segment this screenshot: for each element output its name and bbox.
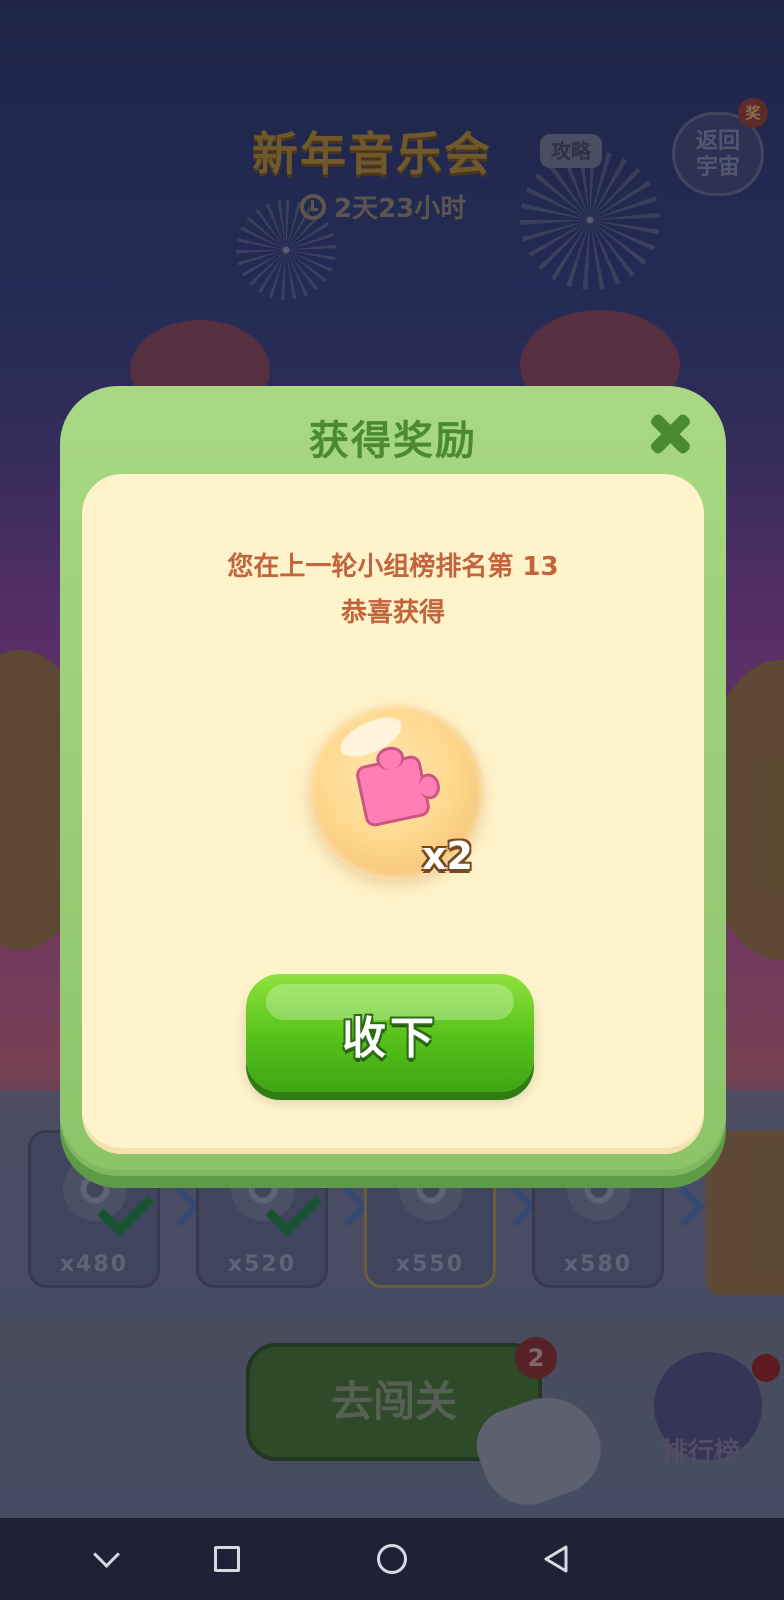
dialog-title: 获得奖励 [309, 418, 477, 464]
dialog-content: 您在上一轮小组榜排名第 13 恭喜获得 x2 收下 [82, 474, 704, 1154]
reward-dialog: 获得奖励 您在上一轮小组榜排名第 13 恭喜获得 x2 收下 [60, 386, 726, 1176]
collect-button-label: 收下 [342, 1013, 438, 1064]
system-nav-bar [0, 1518, 784, 1600]
reward-quantity: x2 [422, 834, 473, 878]
congrats-message: 恭喜获得 [340, 598, 445, 628]
puzzle-piece-icon [354, 753, 432, 829]
rank-message: 您在上一轮小组榜排名第 13 [227, 552, 559, 582]
reward-item-bubble: x2 [308, 704, 484, 880]
nav-hide-keyboard-icon[interactable] [82, 1534, 132, 1584]
close-icon[interactable] [646, 410, 694, 458]
nav-recents-icon[interactable] [202, 1534, 252, 1584]
collect-button[interactable]: 收下 [246, 974, 534, 1092]
nav-home-icon[interactable] [367, 1534, 417, 1584]
nav-back-icon[interactable] [530, 1534, 580, 1584]
